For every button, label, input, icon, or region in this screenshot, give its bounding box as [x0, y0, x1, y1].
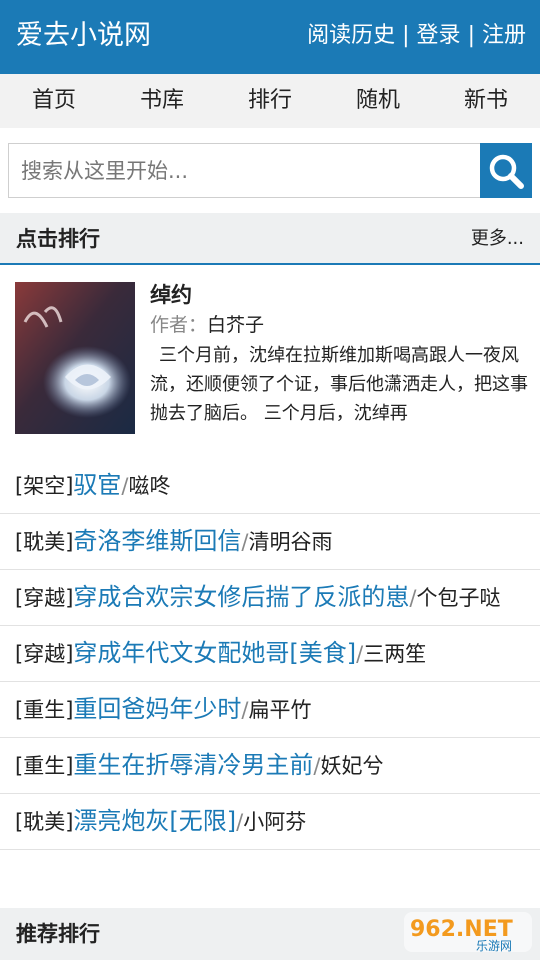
search-input[interactable] — [8, 143, 480, 198]
book-link[interactable]: 奇洛李维斯回信 — [73, 527, 241, 555]
register-link[interactable]: 注册 — [482, 19, 526, 53]
watermark-sub: 乐游网 — [476, 939, 512, 953]
book-link[interactable]: 漂亮炮灰[无限] — [73, 807, 236, 835]
reading-history-link[interactable]: 阅读历史 — [307, 19, 395, 53]
list-item: [耽美]奇洛李维斯回信/清明谷雨 — [0, 514, 540, 570]
nav-item-ranking[interactable]: 排行 — [216, 74, 324, 128]
book-link[interactable]: 重生在折辱清冷男主前 — [73, 751, 313, 779]
list-item: [架空]驭宦/嗞咚 — [0, 458, 540, 514]
category-label: [耽美] — [15, 530, 74, 554]
header-separator: | — [402, 23, 410, 48]
author-name: 嗞咚 — [128, 474, 171, 498]
book-link[interactable]: 重回爸妈年少时 — [73, 695, 241, 723]
list-item: [耽美]漂亮炮灰[无限]/小阿芬 — [0, 794, 540, 850]
author-name: 扁平竹 — [248, 698, 312, 722]
author-name: 白芥子 — [207, 314, 265, 336]
author-name: 个包子哒 — [416, 586, 501, 610]
category-label: [穿越] — [15, 642, 74, 666]
list-item: [穿越]穿成年代文女配她哥[美食]/三两笙 — [0, 626, 540, 682]
watermark-logo: 962.NET 乐游网 — [402, 908, 534, 956]
list-item: [重生]重回爸妈年少时/扁平竹 — [0, 682, 540, 738]
category-label: [重生] — [15, 698, 74, 722]
book-description: 三个月前，沈绰在拉斯维加斯喝高跟人一夜风流，还顺便领了个证，事后他潇洒走人，把这… — [150, 345, 528, 424]
featured-book[interactable]: 绰约 作者：白芥子 三个月前，沈绰在拉斯维加斯喝高跟人一夜风流，还顺便领了个证，… — [0, 282, 540, 442]
main-nav: 首页 书库 排行 随机 新书 — [0, 74, 540, 128]
search-icon — [489, 154, 524, 189]
author-name: 妖妃兮 — [320, 754, 384, 778]
category-label: [耽美] — [15, 810, 74, 834]
click-rank-header: 点击排行 更多... — [0, 213, 540, 265]
list-item: [重生]重生在折辱清冷男主前/妖妃兮 — [0, 738, 540, 794]
book-cover[interactable] — [15, 282, 135, 434]
header-links: 阅读历史 | 登录 | 注册 — [307, 19, 526, 53]
book-title[interactable]: 绰约 — [150, 282, 192, 308]
book-link[interactable]: 穿成合欢宗女修后揣了反派的崽 — [73, 583, 409, 611]
login-link[interactable]: 登录 — [417, 19, 461, 53]
nav-item-library[interactable]: 书库 — [108, 74, 216, 128]
book-author: 作者：白芥子 — [150, 311, 264, 339]
author-name: 三两笙 — [363, 642, 427, 666]
category-label: [穿越] — [15, 586, 74, 610]
book-link[interactable]: 驭宦 — [73, 471, 121, 499]
section-title: 推荐排行 — [16, 922, 100, 946]
site-title[interactable]: 爱去小说网 — [16, 18, 151, 54]
author-name: 清明谷雨 — [248, 530, 333, 554]
nav-item-random[interactable]: 随机 — [324, 74, 432, 128]
rank-list: [架空]驭宦/嗞咚 [耽美]奇洛李维斯回信/清明谷雨 [穿越]穿成合欢宗女修后揣… — [0, 458, 540, 850]
book-link[interactable]: 穿成年代文女配她哥[美食] — [73, 639, 356, 667]
category-label: [架空] — [15, 474, 74, 498]
category-label: [重生] — [15, 754, 74, 778]
author-label: 作者： — [150, 314, 208, 336]
header-separator: | — [467, 23, 475, 48]
top-header: 爱去小说网 阅读历史 | 登录 | 注册 — [0, 0, 540, 74]
nav-item-new-books[interactable]: 新书 — [432, 74, 540, 128]
author-name: 小阿芬 — [243, 810, 307, 834]
more-link[interactable]: 更多... — [471, 225, 524, 253]
search-button[interactable] — [480, 143, 532, 198]
search-bar — [8, 143, 532, 198]
list-item: [穿越]穿成合欢宗女修后揣了反派的崽/个包子哒 — [0, 570, 540, 626]
nav-item-home[interactable]: 首页 — [0, 74, 108, 128]
section-title: 点击排行 — [16, 227, 100, 251]
